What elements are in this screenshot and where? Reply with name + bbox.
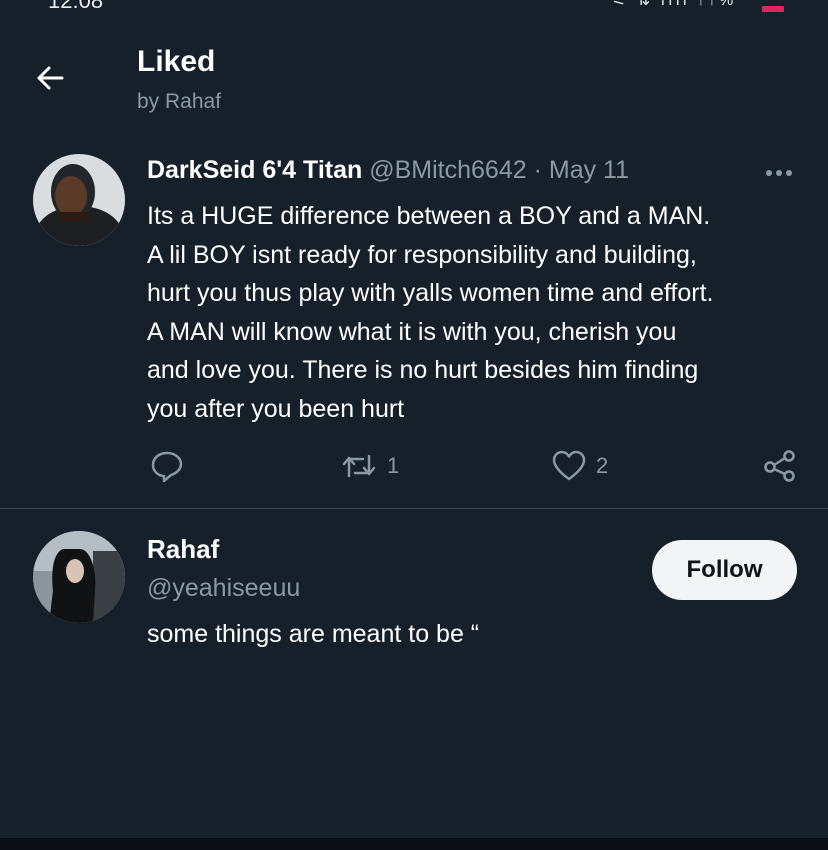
tweet-text: Its a HUGE difference between a BOY and … [147,197,807,428]
more-icon [766,170,792,176]
retweet-icon [342,454,376,478]
tweet-line: hurt you thus play with yalls women time… [147,279,714,307]
tweet-header: DarkSeid 6'4 Titan @BMitch6642 · May 11 [147,156,629,185]
share-icon [764,450,795,482]
follow-button[interactable]: Follow [652,540,797,600]
avatar-photo [33,531,125,623]
user-bio: some things are meant to be “ [147,620,480,648]
retweet-button[interactable]: 1 [341,448,399,484]
share-button[interactable] [763,448,797,484]
user-name[interactable]: Rahaf [147,534,219,565]
reply-button[interactable] [150,448,184,484]
tweet-line: and love you. There is no hurt besides h… [147,356,699,384]
tweet-line: A lil BOY isnt ready for responsibility … [147,240,697,269]
status-bar: 12:08 ⚟ ⇅ ıııl ↑↑% [0,0,828,14]
tweet-line: A MAN will know what it is with you, che… [147,317,677,346]
tweet-line: Its a HUGE difference between a BOY and … [147,202,711,230]
more-button[interactable] [764,166,794,180]
page-subtitle: by Rahaf [137,90,222,113]
status-icons: ⚟ ⇅ ıııl ↑↑% [612,0,737,9]
back-arrow-icon [37,66,64,90]
retweet-count: 1 [387,453,400,478]
user-handle: @yeahiseeuu [147,574,301,602]
back-button[interactable] [32,60,68,96]
reply-icon [151,451,183,483]
tweet-author-avatar[interactable] [33,154,125,246]
tweet-author-meta: @BMitch6642 · May 11 [369,156,629,184]
page-title: Liked [137,45,216,78]
user-avatar[interactable] [33,531,125,623]
like-count: 2 [596,453,609,478]
battery-icon [762,6,784,12]
avatar-photo [33,154,125,246]
tweet-author-name[interactable]: DarkSeid 6'4 Titan [147,156,362,184]
heart-icon [552,450,586,481]
bottom-strip [0,838,828,850]
divider [0,508,828,509]
like-button[interactable]: 2 [552,448,608,484]
status-time: 12:08 [48,0,104,13]
tweet-line: you after you been hurt [147,394,405,423]
